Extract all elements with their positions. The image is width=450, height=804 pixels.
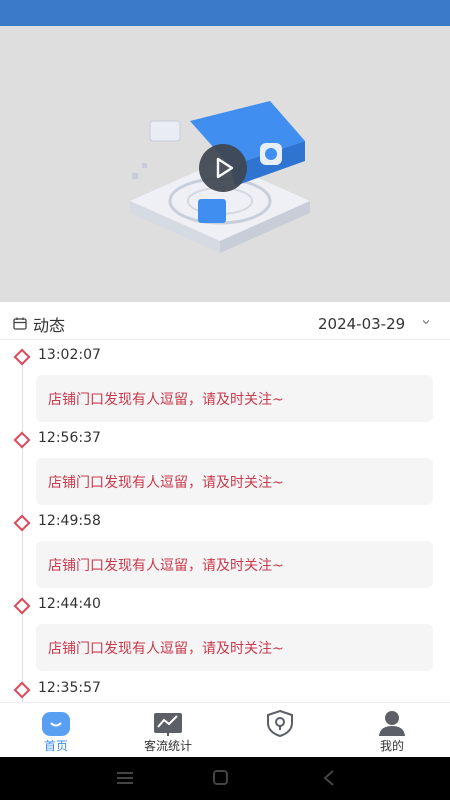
timeline-entry[interactable]: 13:02:07 店铺门口发现有人逗留，请及时关注~ [0, 340, 450, 423]
home-icon [42, 712, 70, 736]
home-button-icon[interactable] [213, 770, 228, 785]
timeline-entry[interactable]: 12:49:58 店铺门口发现有人逗留，请及时关注~ [0, 506, 450, 589]
status-bar [0, 0, 450, 26]
event-card[interactable]: 店铺门口发现有人逗留，请及时关注~ [36, 541, 433, 588]
timeline-marker [13, 348, 31, 366]
event-time: 13:02:07 [38, 347, 101, 363]
back-icon[interactable] [323, 770, 334, 786]
event-time: 12:49:58 [38, 513, 101, 529]
shield-icon [267, 709, 293, 737]
system-navigation-bar [0, 757, 450, 800]
tab-profile[interactable]: 我的 [336, 703, 448, 758]
calendar-icon [13, 317, 27, 330]
timeline-marker [13, 431, 31, 449]
bottom-tab-bar: 首页 客流统计 我的 [0, 702, 450, 757]
event-message: 店铺门口发现有人逗留，请及时关注~ [48, 392, 284, 408]
timeline-entry[interactable]: 12:44:40 店铺门口发现有人逗留，请及时关注~ [0, 589, 450, 672]
chevron-down-icon[interactable] [420, 317, 432, 327]
timeline-marker [13, 514, 31, 532]
tab-label: 首页 [43, 739, 68, 753]
event-card[interactable]: 店铺门口发现有人逗留，请及时关注~ [36, 375, 433, 422]
event-card[interactable]: 店铺门口发现有人逗留，请及时关注~ [36, 624, 433, 671]
profile-icon [379, 711, 405, 736]
event-time: 12:35:57 [38, 680, 101, 696]
play-icon [216, 157, 234, 179]
tab-label: 客流统计 [143, 739, 192, 753]
timeline-entry[interactable]: 12:56:37 店铺门口发现有人逗留，请及时关注~ [0, 423, 450, 506]
timeline-marker [13, 597, 31, 615]
date-selector[interactable]: 2024-03-29 [318, 315, 405, 333]
tab-security[interactable] [224, 703, 336, 758]
play-button[interactable] [199, 144, 247, 192]
event-card[interactable]: 店铺门口发现有人逗留，请及时关注~ [36, 458, 433, 505]
tab-traffic-stats[interactable]: 客流统计 [112, 703, 224, 758]
dynamics-header: 动态 2024-03-29 [0, 302, 450, 340]
tab-label: 我的 [379, 739, 404, 753]
event-timeline[interactable]: 13:02:07 店铺门口发现有人逗留，请及时关注~ 12:56:37 店铺门口… [0, 340, 450, 702]
chart-icon [154, 713, 182, 736]
event-message: 店铺门口发现有人逗留，请及时关注~ [48, 475, 284, 491]
event-time: 12:56:37 [38, 430, 101, 446]
timeline-marker [13, 681, 31, 699]
event-time: 12:44:40 [38, 596, 101, 612]
tab-home[interactable]: 首页 [0, 703, 112, 758]
event-message: 店铺门口发现有人逗留，请及时关注~ [48, 558, 284, 574]
menu-icon[interactable] [117, 772, 133, 784]
timeline-entry[interactable]: 12:35:57 [0, 673, 450, 702]
video-player[interactable] [0, 26, 450, 302]
dynamics-title: 动态 [33, 316, 66, 335]
event-message: 店铺门口发现有人逗留，请及时关注~ [48, 641, 284, 657]
